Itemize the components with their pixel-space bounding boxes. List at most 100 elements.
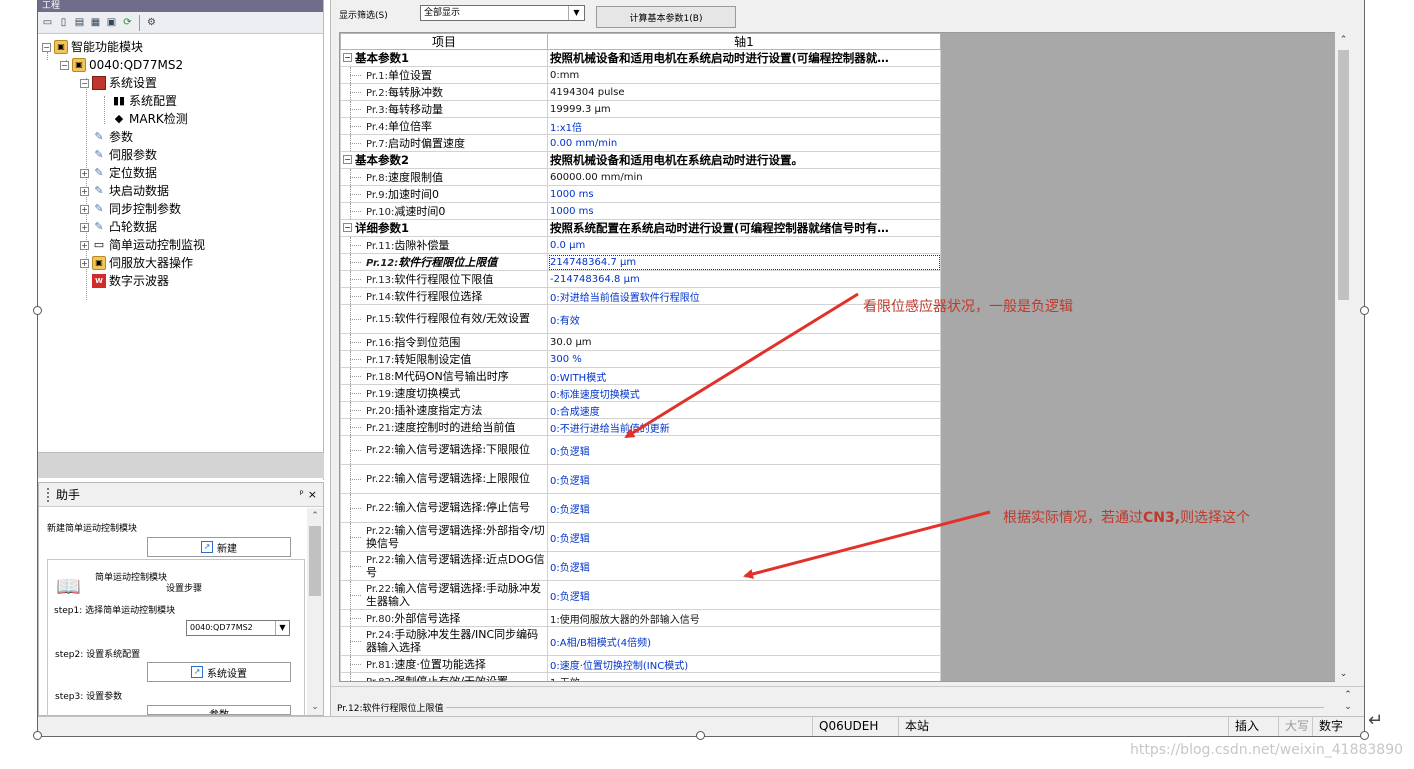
parameter-value[interactable]: 214748364.7 μm (547, 253, 941, 271)
parameter-row[interactable]: Pr.24:手动脉冲发生器/INC同步编码器输入选择 0:A相/B相模式(4倍频) (340, 626, 941, 656)
tree-node-qd77ms2[interactable]: − ▣ 0040:QD77MS2 (60, 56, 183, 74)
parameter-value[interactable]: 0:mm (547, 66, 941, 84)
parameter-row[interactable]: Pr.12:软件行程限位上限值 214748364.7 μm (340, 253, 941, 271)
parameter-row[interactable]: Pr.22:输入信号逻辑选择:外部指令/切换信号 0:负逻辑 (340, 522, 941, 552)
chevron-down-icon[interactable]: ▼ (275, 621, 289, 635)
tree-node-block-start-data[interactable]: + ✎ 块启动数据 (80, 182, 169, 200)
parameter-row[interactable]: Pr.82:强制停止有效/无效设置1:无效 (340, 672, 941, 681)
parameter-row[interactable]: Pr.13:软件行程限位下限值 -214748364.8 μm (340, 270, 941, 288)
parameter-row[interactable]: Pr.1:单位设置 0:mm (340, 66, 941, 84)
group-row[interactable]: − 详细参数1 按照系统配置在系统启动时进行设置(可编程控制器就绪信号时有… (340, 219, 941, 237)
parameter-row[interactable]: Pr.22:输入信号逻辑选择:停止信号 0:负逻辑 (340, 493, 941, 523)
collapse-icon[interactable]: − (343, 53, 352, 62)
parameter-value[interactable]: 0:负逻辑 (547, 464, 941, 494)
grid-scrollbar[interactable]: ⌃ ⌄ (1335, 32, 1352, 682)
resize-handle-bottom-left[interactable] (33, 731, 42, 740)
system-settings-button[interactable]: ↗ 系统设置 (147, 662, 291, 682)
parameter-value[interactable]: 1:无效 (547, 672, 941, 681)
scroll-down-icon[interactable]: ⌄ (307, 699, 323, 715)
view-icon[interactable]: ▣ (104, 15, 119, 30)
parameter-row[interactable]: Pr.11:齿隙补偿量 0.0 μm (340, 236, 941, 254)
resize-handle-bottom[interactable] (696, 731, 705, 740)
parameter-row[interactable]: Pr.8:速度限制值 60000.00 mm/min (340, 168, 941, 186)
tree-node-cam-data[interactable]: + ✎ 凸轮数据 (80, 218, 157, 236)
parameter-value[interactable]: 4194304 pulse (547, 83, 941, 101)
parameter-value[interactable]: 0:负逻辑 (547, 435, 941, 465)
tree-node-system-settings[interactable]: − 系统设置 (80, 74, 157, 92)
parameter-row[interactable]: Pr.15:软件行程限位有效/无效设置 0:有效 (340, 304, 941, 334)
parameter-row[interactable]: Pr.19:速度切换模式 0:标准速度切换模式 (340, 384, 941, 402)
parameter-row[interactable]: Pr.17:转矩限制设定值 300 % (340, 350, 941, 368)
parameter-value[interactable]: 0:WITH模式 (547, 367, 941, 385)
panel-splitter[interactable] (38, 452, 324, 478)
scroll-down-icon[interactable]: ⌄ (1335, 666, 1352, 682)
parameter-value[interactable]: 0:合成速度 (547, 401, 941, 419)
parameter-value[interactable]: 1:x1倍 (547, 117, 941, 135)
chevron-down-icon[interactable]: ▼ (568, 6, 584, 20)
resize-handle-bottom-right[interactable] (1360, 731, 1369, 740)
parameter-value[interactable]: 30.0 μm (547, 333, 941, 351)
parameter-value[interactable]: 0:标准速度切换模式 (547, 384, 941, 402)
tree-node-servo-parameters[interactable]: ✎ 伺服参数 (92, 146, 157, 164)
paste-icon[interactable]: ▤ (72, 15, 87, 30)
parameter-row[interactable]: Pr.9:加速时间0 1000 ms (340, 185, 941, 203)
display-filter-select[interactable]: 全部显示 ▼ (420, 5, 585, 21)
copy-icon[interactable]: ▯ (56, 15, 71, 30)
parameter-row[interactable]: Pr.2:每转脉冲数 4194304 pulse (340, 83, 941, 101)
parameter-row[interactable]: Pr.21:速度控制时的进给当前值 0:不进行进给当前值的更新 (340, 418, 941, 436)
column-header-axis1[interactable]: 轴1 (547, 33, 941, 50)
parameter-value[interactable]: 0:不进行进给当前值的更新 (547, 418, 941, 436)
parameter-value[interactable]: 0:负逻辑 (547, 493, 941, 523)
scroll-up-icon[interactable]: ⌃ (307, 508, 323, 524)
collapse-icon[interactable]: − (60, 60, 69, 70)
parameter-row[interactable]: Pr.10:减速时间0 1000 ms (340, 202, 941, 220)
parameter-row[interactable]: Pr.20:插补速度指定方法 0:合成速度 (340, 401, 941, 419)
collapse-icon[interactable]: − (42, 42, 51, 52)
parameter-row[interactable]: Pr.18:M代码ON信号输出时序 0:WITH模式 (340, 367, 941, 385)
tree-node-digital-oscilloscope[interactable]: W 数字示波器 (92, 272, 169, 290)
parameter-value[interactable]: 300 % (547, 350, 941, 368)
scroll-up-icon[interactable]: ⌃ (1335, 32, 1352, 48)
parameter-row[interactable]: Pr.80:外部信号选择 1:使用伺服放大器的外部输入信号 (340, 609, 941, 627)
expand-icon[interactable]: + (80, 204, 89, 214)
parameter-value[interactable]: 19999.3 μm (547, 100, 941, 118)
tree-node-servo-amp-operation[interactable]: + ▣ 伺服放大器操作 (80, 254, 193, 272)
parameter-value[interactable]: 0.00 mm/min (547, 134, 941, 152)
drag-grip-icon[interactable] (47, 487, 50, 502)
parameter-value[interactable]: 0:速度·位置切换控制(INC模式) (547, 655, 941, 673)
tree-node-mark-detection[interactable]: ◆ MARK检测 (112, 110, 188, 128)
tree-node-parameters[interactable]: ✎ 参数 (92, 128, 133, 146)
expand-icon[interactable]: + (80, 186, 89, 196)
collapse-icon[interactable]: − (343, 223, 352, 232)
tree-node-positioning-data[interactable]: + ✎ 定位数据 (80, 164, 157, 182)
parameter-value[interactable]: 0:A相/B相模式(4倍频) (547, 626, 941, 656)
group-row[interactable]: − 基本参数2 按照机械设备和适用电机在系统启动时进行设置。 (340, 151, 941, 169)
helper-scrollbar[interactable]: ⌃ ⌄ (307, 508, 323, 715)
pin-icon[interactable]: ᵖ (299, 489, 303, 500)
scroll-thumb[interactable] (309, 526, 321, 596)
properties-icon[interactable]: ▦ (88, 15, 103, 30)
parameter-row[interactable]: Pr.22:输入信号逻辑选择:近点DOG信号 0:负逻辑 (340, 551, 941, 581)
new-item-icon[interactable]: ▭ (40, 15, 55, 30)
parameter-button[interactable]: 参数 (147, 705, 291, 715)
group-row[interactable]: − 基本参数1 按照机械设备和适用电机在系统启动时进行设置(可编程控制器就… (340, 49, 941, 67)
parameter-row[interactable]: Pr.22:输入信号逻辑选择:手动脉冲发生器输入 0:负逻辑 (340, 580, 941, 610)
tree-node-intelligent-module[interactable]: − ▣ 智能功能模块 (42, 38, 143, 56)
parameter-value[interactable]: 1000 ms (547, 185, 941, 203)
resize-handle-left[interactable] (33, 306, 42, 315)
tree-node-motion-monitor[interactable]: + ▭ 简单运动控制监视 (80, 236, 205, 254)
parameter-value[interactable]: 1:使用伺服放大器的外部输入信号 (547, 609, 941, 627)
tree-node-system-config[interactable]: ▮▮ 系统配置 (112, 92, 177, 110)
parameter-row[interactable]: Pr.16:指令到位范围 30.0 μm (340, 333, 941, 351)
parameter-row[interactable]: Pr.22:输入信号逻辑选择:上限限位 0:负逻辑 (340, 464, 941, 494)
refresh-icon[interactable]: ⟳ (120, 15, 135, 30)
scroll-thumb[interactable] (1338, 50, 1349, 300)
parameter-row[interactable]: Pr.3:每转移动量 19999.3 μm (340, 100, 941, 118)
collapse-icon[interactable]: − (80, 78, 89, 88)
collapse-icon[interactable]: − (343, 155, 352, 164)
step1-module-select[interactable]: 0040:QD77MS2 ▼ (186, 620, 290, 636)
parameter-row[interactable]: Pr.4:单位倍率 1:x1倍 (340, 117, 941, 135)
expand-icon[interactable]: + (80, 222, 89, 232)
close-icon[interactable]: × (308, 488, 317, 501)
expand-icon[interactable]: + (80, 168, 89, 178)
